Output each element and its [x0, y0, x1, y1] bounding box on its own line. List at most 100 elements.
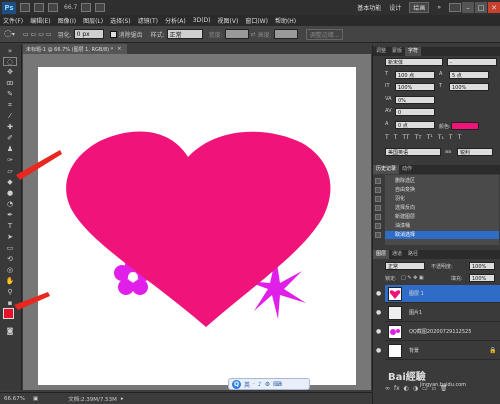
all-caps-button[interactable]: TT [402, 134, 409, 141]
workspace-more-icon[interactable]: » [437, 4, 441, 11]
width-input[interactable] [224, 29, 249, 39]
link-layers-icon[interactable]: ∞ [385, 385, 390, 392]
canvas-area[interactable] [23, 54, 371, 390]
menu-3d[interactable]: 3D(D) [193, 17, 211, 24]
style-select[interactable]: 正常 [166, 29, 203, 39]
ime-settings-button[interactable]: ⚙ [265, 381, 270, 388]
tab-layers[interactable]: 图层 [373, 250, 390, 259]
minimize-button[interactable]: – [462, 2, 474, 13]
history-item-selected[interactable]: 取消选择 [375, 231, 499, 239]
close-button[interactable]: ✕ [488, 2, 500, 13]
visibility-eye-icon[interactable]: ● [376, 347, 381, 355]
layer-row[interactable]: ● 背景 🔒 [376, 342, 500, 360]
quick-select-tool-icon[interactable]: ✎ [3, 90, 17, 99]
ime-logo[interactable]: Q [232, 379, 241, 389]
ime-language-button[interactable]: 英 [244, 380, 250, 389]
history-item[interactable]: 自由变换 [375, 186, 499, 194]
menu-view[interactable]: 视图(V) [218, 16, 239, 25]
small-caps-button[interactable]: Tт [415, 134, 422, 141]
tracking-percent-input[interactable]: 0% [395, 96, 435, 104]
antialias-checkbox[interactable] [109, 30, 117, 38]
baseline-input[interactable]: 0 点 [395, 121, 435, 129]
workspace-design[interactable]: 设计 [389, 3, 401, 12]
menu-image[interactable]: 图像(I) [58, 16, 76, 25]
ime-punct-button[interactable]: · [253, 381, 255, 388]
strikethrough-button[interactable]: T [458, 134, 462, 141]
tab-adjustments[interactable]: 调整 [373, 47, 389, 56]
arrange-documents-icon[interactable] [81, 3, 92, 12]
quick-mask-icon[interactable]: ◙ [3, 327, 17, 336]
swap-icon[interactable]: ⇄ [251, 31, 256, 38]
lasso-tool-icon[interactable]: ꝏ [3, 79, 17, 88]
faux-italic-button[interactable]: T [394, 134, 398, 141]
zoom-level[interactable]: 66.7 [64, 4, 77, 11]
ime-voice-button[interactable]: ♪ [258, 381, 262, 388]
screen-mode-icon[interactable] [95, 3, 106, 12]
status-icon[interactable]: ▣ [33, 396, 38, 402]
marquee-preset-icon[interactable]: ◌ [4, 29, 12, 39]
preset-dropdown-icon[interactable]: ▾ [12, 31, 15, 38]
menu-layer[interactable]: 图层(L) [83, 16, 103, 25]
font-size-input[interactable]: 100 点 [395, 71, 435, 79]
maximize-button[interactable]: □ [475, 2, 487, 13]
tab-channels[interactable]: 通道 [389, 250, 405, 259]
add-selection-icon[interactable]: ▭ [31, 31, 37, 38]
tab-paths[interactable]: 路径 [405, 250, 421, 259]
move-tool-icon[interactable]: ✥ [3, 68, 17, 77]
hand-tool-icon[interactable] [48, 3, 58, 12]
superscript-button[interactable]: T¹ [427, 134, 433, 141]
intersect-selection-icon[interactable]: ▭ [46, 31, 52, 38]
leading-input[interactable]: 5 点 [449, 71, 489, 79]
font-family-select[interactable]: 新宋体 [385, 58, 443, 66]
crop-tool-icon[interactable]: ⌗ [3, 101, 17, 110]
history-item[interactable]: 新建图层 [375, 213, 499, 221]
history-item[interactable]: 删除选区 [375, 177, 499, 185]
vertical-scale-input[interactable]: 100% [395, 83, 435, 91]
language-select[interactable]: 美国英语 [385, 148, 441, 156]
menu-edit[interactable]: 编辑(E) [30, 16, 50, 25]
blend-mode-select[interactable]: 正常 [385, 262, 425, 270]
collapse-toolbox-icon[interactable]: » [3, 47, 17, 56]
layer-row-selected[interactable]: ● 图层 1 [376, 285, 500, 303]
new-selection-icon[interactable]: ▭ [23, 31, 29, 38]
history-item[interactable]: 油漆桶 [375, 222, 499, 230]
ime-keyboard-button[interactable]: ⌨ [273, 381, 282, 388]
subtract-selection-icon[interactable]: ▭ [38, 31, 44, 38]
visibility-eye-icon[interactable]: ● [376, 328, 381, 336]
menu-help[interactable]: 帮助(H) [275, 16, 296, 25]
menu-analysis[interactable]: 分析(A) [165, 16, 186, 25]
history-item[interactable]: 羽化 [375, 195, 499, 203]
layer-row[interactable]: ● QQ截图20200729112525 [376, 323, 500, 341]
adjustment-layer-icon[interactable]: ◑ [413, 385, 418, 392]
fill-input[interactable]: 100% [469, 274, 495, 282]
kerning-input[interactable]: 0 [395, 108, 435, 116]
subscript-button[interactable]: T₁ [438, 134, 444, 141]
refine-edge-button[interactable]: 调整边缘... [305, 28, 344, 40]
tab-history[interactable]: 历史记录 [373, 165, 400, 174]
tab-actions[interactable]: 动作 [399, 165, 415, 174]
menu-select[interactable]: 选择(S) [110, 16, 131, 25]
feather-input[interactable]: 0 px [73, 29, 104, 39]
faux-bold-button[interactable]: T [385, 134, 389, 141]
opacity-input[interactable]: 100% [469, 262, 495, 270]
healing-brush-tool-icon[interactable]: ✚ [3, 123, 17, 132]
menu-filter[interactable]: 滤镜(T) [138, 16, 158, 25]
add-mask-icon[interactable]: ◐ [404, 385, 409, 392]
eyedropper-tool-icon[interactable]: ⁄ [3, 112, 17, 121]
lock-icons[interactable]: □ ✎ ✥ ▣ [401, 275, 424, 281]
menu-file[interactable]: 文件(F) [3, 16, 23, 25]
status-menu-icon[interactable]: ▸ [121, 396, 124, 402]
workspace-essentials[interactable]: 基本功能 [357, 3, 381, 12]
document-tab[interactable]: 未标题-1 @ 66.7% (图层 1, RGB/8) * × [23, 44, 127, 54]
history-item[interactable]: 选择反向 [375, 204, 499, 212]
layer-row[interactable]: ● 图片1 [376, 304, 500, 322]
bridge-icon[interactable] [20, 3, 30, 12]
minibridge-icon[interactable] [34, 3, 44, 12]
antialias-select[interactable]: 锐利 [457, 148, 493, 156]
text-color-swatch[interactable] [451, 122, 479, 130]
zoom-field[interactable]: 66.67% [4, 396, 25, 402]
canvas[interactable] [38, 67, 356, 385]
underline-button[interactable]: T [449, 134, 453, 141]
visibility-eye-icon[interactable]: ● [376, 290, 381, 298]
layer-style-icon[interactable]: fx [394, 385, 400, 392]
